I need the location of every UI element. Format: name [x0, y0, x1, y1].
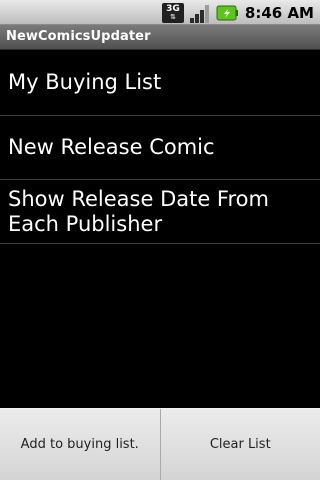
- list-item-label: My Buying List: [8, 70, 162, 94]
- options-menu: Add to buying list. Clear List: [0, 408, 320, 480]
- menu-item-label: Clear List: [209, 437, 271, 452]
- list-item-my-buying-list[interactable]: My Buying List: [0, 50, 320, 116]
- clock-ampm: AM: [287, 3, 314, 22]
- menu-item-label: Add to buying list.: [20, 437, 139, 452]
- app-title-bar: NewComicsUpdater: [0, 25, 320, 50]
- clock: 8:46 AM: [245, 4, 314, 22]
- status-icons: 3G ⇅ 8:46 AM: [161, 2, 314, 23]
- status-bar: 3G ⇅ 8:46 AM: [0, 0, 320, 25]
- network-3g-icon: 3G ⇅: [161, 2, 184, 23]
- list-item-new-release-comic[interactable]: New Release Comic: [0, 116, 320, 180]
- add-to-buying-list-button[interactable]: Add to buying list.: [0, 409, 160, 480]
- list-item-label: New Release Comic: [8, 135, 215, 159]
- clear-list-button[interactable]: Clear List: [159, 409, 320, 480]
- list-item-release-date-by-publisher[interactable]: Show Release Date From Each Publisher: [0, 180, 320, 244]
- app-title: NewComicsUpdater: [6, 29, 151, 44]
- list-item-label: Show Release Date From Each Publisher: [8, 186, 269, 236]
- signal-strength-icon: [189, 4, 209, 23]
- clock-time: 8:46: [244, 3, 283, 22]
- main-menu-list: My Buying List New Release Comic Show Re…: [0, 50, 320, 244]
- battery-icon: [216, 5, 238, 20]
- screen: 3G ⇅ 8:46 AM NewComicsUpdater My Buying …: [0, 0, 320, 480]
- data-activity-arrows: ⇅: [169, 12, 176, 21]
